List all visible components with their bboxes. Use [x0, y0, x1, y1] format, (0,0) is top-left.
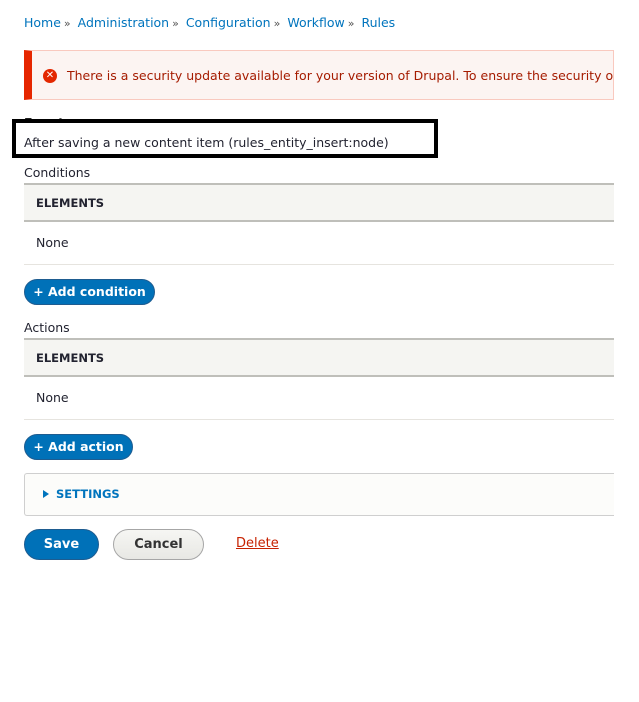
save-button[interactable]: Save [24, 529, 99, 560]
error-message: ✕ There is a security update available f… [24, 50, 614, 100]
breadcrumb-separator: » [347, 17, 355, 30]
breadcrumb-administration[interactable]: Administration [78, 15, 169, 30]
conditions-table: ELEMENTS None [24, 183, 614, 265]
breadcrumb-separator: » [63, 17, 71, 30]
breadcrumb: Home» Administration» Configuration» Wor… [24, 15, 395, 30]
breadcrumb-separator: » [273, 17, 281, 30]
expand-triangle-icon [43, 490, 49, 498]
breadcrumb-configuration[interactable]: Configuration [186, 15, 271, 30]
settings-summary-label: SETTINGS [56, 487, 120, 501]
error-x-icon: ✕ [43, 69, 57, 83]
breadcrumb-separator: » [172, 17, 179, 30]
settings-summary[interactable]: SETTINGS [43, 487, 120, 501]
conditions-label: Conditions [24, 165, 91, 180]
breadcrumb-rules[interactable]: Rules [361, 15, 395, 30]
delete-link[interactable]: Delete [236, 536, 279, 551]
actions-label: Actions [24, 320, 70, 335]
breadcrumb-workflow[interactable]: Workflow [287, 15, 344, 30]
actions-column-header: ELEMENTS [24, 338, 614, 377]
table-row: None [24, 222, 614, 265]
table-row: None [24, 377, 614, 420]
settings-details[interactable]: SETTINGS [24, 473, 614, 516]
events-value: After saving a new content item (rules_e… [24, 135, 389, 150]
add-action-button[interactable]: + Add action [24, 434, 133, 460]
breadcrumb-home[interactable]: Home [24, 15, 61, 30]
error-message-text: There is a security update available for… [67, 68, 614, 83]
actions-table: ELEMENTS None [24, 338, 614, 420]
conditions-column-header: ELEMENTS [24, 183, 614, 222]
add-condition-button[interactable]: + Add condition [24, 279, 155, 305]
cancel-button[interactable]: Cancel [113, 529, 204, 560]
